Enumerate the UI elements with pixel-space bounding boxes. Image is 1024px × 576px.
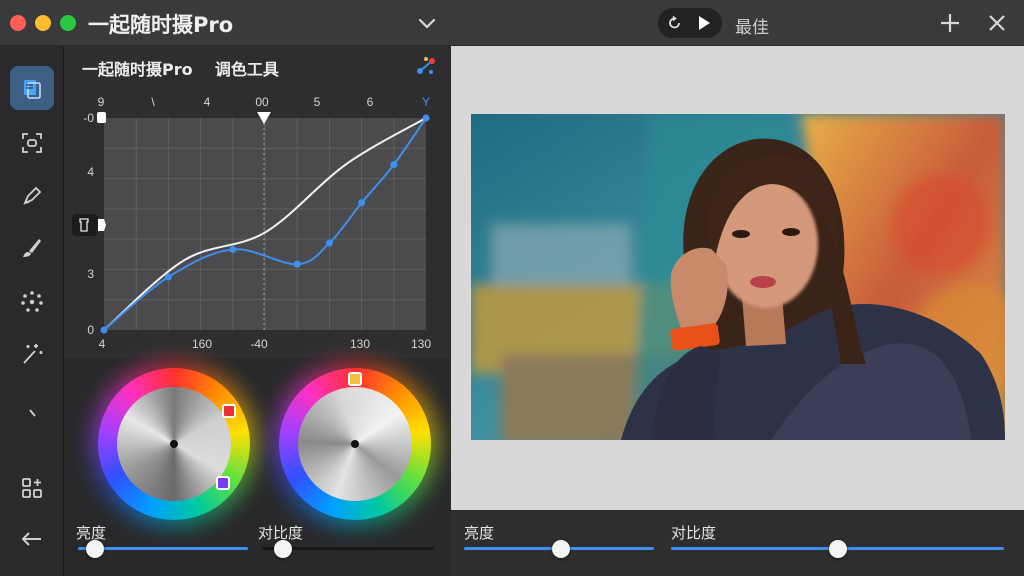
top-tick-label: Y bbox=[422, 95, 430, 109]
tool-pen[interactable] bbox=[10, 174, 54, 218]
top-tick-label: 6 bbox=[367, 95, 374, 109]
brightness-slider[interactable] bbox=[86, 540, 104, 558]
scan-frame-icon bbox=[22, 133, 42, 153]
tool-sidebar bbox=[0, 46, 64, 576]
curve-control-point[interactable] bbox=[390, 161, 398, 169]
curve-control-point[interactable] bbox=[325, 239, 333, 247]
top-tick-label: 5 bbox=[314, 95, 321, 109]
top-left-handle[interactable] bbox=[97, 112, 106, 123]
playback-control bbox=[658, 8, 722, 38]
curve-control-point[interactable] bbox=[164, 273, 172, 281]
left-tick-label: 4 bbox=[87, 165, 94, 179]
photos-icon bbox=[24, 80, 41, 99]
bottom-adjust-bar: 亮度 对比度 bbox=[451, 510, 1024, 576]
minimize-window-button[interactable] bbox=[35, 15, 51, 31]
tool-photos[interactable] bbox=[10, 66, 54, 110]
wheel-red-handle[interactable] bbox=[222, 404, 236, 418]
curve-control-point[interactable] bbox=[229, 245, 237, 253]
tool-selection[interactable] bbox=[10, 280, 54, 324]
left-tick-label: 3 bbox=[87, 267, 94, 281]
chevron-down-icon[interactable] bbox=[416, 12, 438, 34]
top-tick-label: 9 bbox=[98, 95, 105, 109]
bottom-tick-label: -40 bbox=[250, 337, 268, 351]
bottom-contrast-slider[interactable] bbox=[828, 540, 847, 558]
tool-apps[interactable] bbox=[10, 466, 54, 510]
bottom-tick-label: 160 bbox=[192, 337, 212, 351]
wheel-center-dot bbox=[351, 440, 359, 448]
tool-scan[interactable] bbox=[10, 121, 54, 165]
bottom-brightness-label: 亮度 bbox=[464, 524, 495, 542]
magic-wand-icon bbox=[23, 344, 43, 364]
curve-control-point[interactable] bbox=[422, 114, 430, 122]
loop-icon[interactable] bbox=[667, 15, 683, 31]
slash-icon bbox=[29, 409, 36, 417]
preview-photo[interactable] bbox=[471, 114, 1005, 440]
close-window-button[interactable] bbox=[10, 15, 26, 31]
apps-grid-icon bbox=[22, 478, 42, 498]
bottom-tick-label: 4 bbox=[99, 337, 106, 351]
tool-slash[interactable] bbox=[10, 391, 54, 435]
curves-panel: 一起随时摄Pro 调色工具 9 \ 4 00 5 6 Y -0 4 3 0 4 160 -40 130 130 bbox=[64, 46, 451, 358]
close-icon[interactable] bbox=[985, 11, 1009, 35]
bottom-tick-label: 130 bbox=[350, 337, 370, 351]
pen-icon bbox=[23, 186, 42, 205]
zoom-window-button[interactable] bbox=[60, 15, 76, 31]
plus-icon[interactable] bbox=[938, 11, 962, 35]
play-icon[interactable] bbox=[696, 15, 712, 31]
contrast-slider[interactable] bbox=[273, 540, 292, 558]
wheel-purple-handle[interactable] bbox=[216, 476, 230, 490]
title-bar: 一起随时摄Pro 最佳 bbox=[0, 0, 1024, 46]
app-title: 一起随时摄Pro bbox=[88, 13, 234, 37]
top-tick-label: \ bbox=[151, 95, 155, 109]
bottom-contrast-label: 对比度 bbox=[671, 524, 717, 542]
brush-icon bbox=[23, 239, 41, 257]
curves-chart[interactable]: 9 \ 4 00 5 6 Y-04304 160 -40 130 130 bbox=[64, 46, 451, 358]
bottom-tick-label: 130 bbox=[411, 337, 431, 351]
shadows-color-wheel[interactable] bbox=[90, 360, 258, 528]
back-arrow-icon bbox=[21, 532, 41, 546]
portrait-photo bbox=[471, 114, 1005, 440]
left-tick-label: 0 bbox=[87, 323, 94, 337]
wheel-yellow-handle[interactable] bbox=[348, 372, 362, 386]
tool-brush[interactable] bbox=[10, 226, 54, 270]
color-wheels-panel: 亮度 对比度 bbox=[64, 358, 451, 576]
tool-back[interactable] bbox=[10, 517, 54, 561]
curve-control-point[interactable] bbox=[358, 199, 366, 207]
highlights-color-wheel[interactable] bbox=[271, 360, 439, 528]
curve-control-point[interactable] bbox=[293, 260, 301, 268]
bottom-brightness-slider[interactable] bbox=[551, 540, 570, 558]
toolbar-label[interactable]: 最佳 bbox=[735, 13, 769, 38]
curve-control-point[interactable] bbox=[100, 326, 108, 334]
selection-dots-icon bbox=[21, 291, 43, 312]
preview-area bbox=[451, 46, 1024, 510]
curve-anchor-badge[interactable] bbox=[72, 214, 98, 236]
wheel-center-dot bbox=[170, 440, 178, 448]
left-tick-label: -0 bbox=[83, 111, 94, 125]
top-tick-label: 4 bbox=[204, 95, 211, 109]
top-tick-label: 00 bbox=[255, 95, 269, 109]
tool-magic[interactable] bbox=[10, 332, 54, 376]
